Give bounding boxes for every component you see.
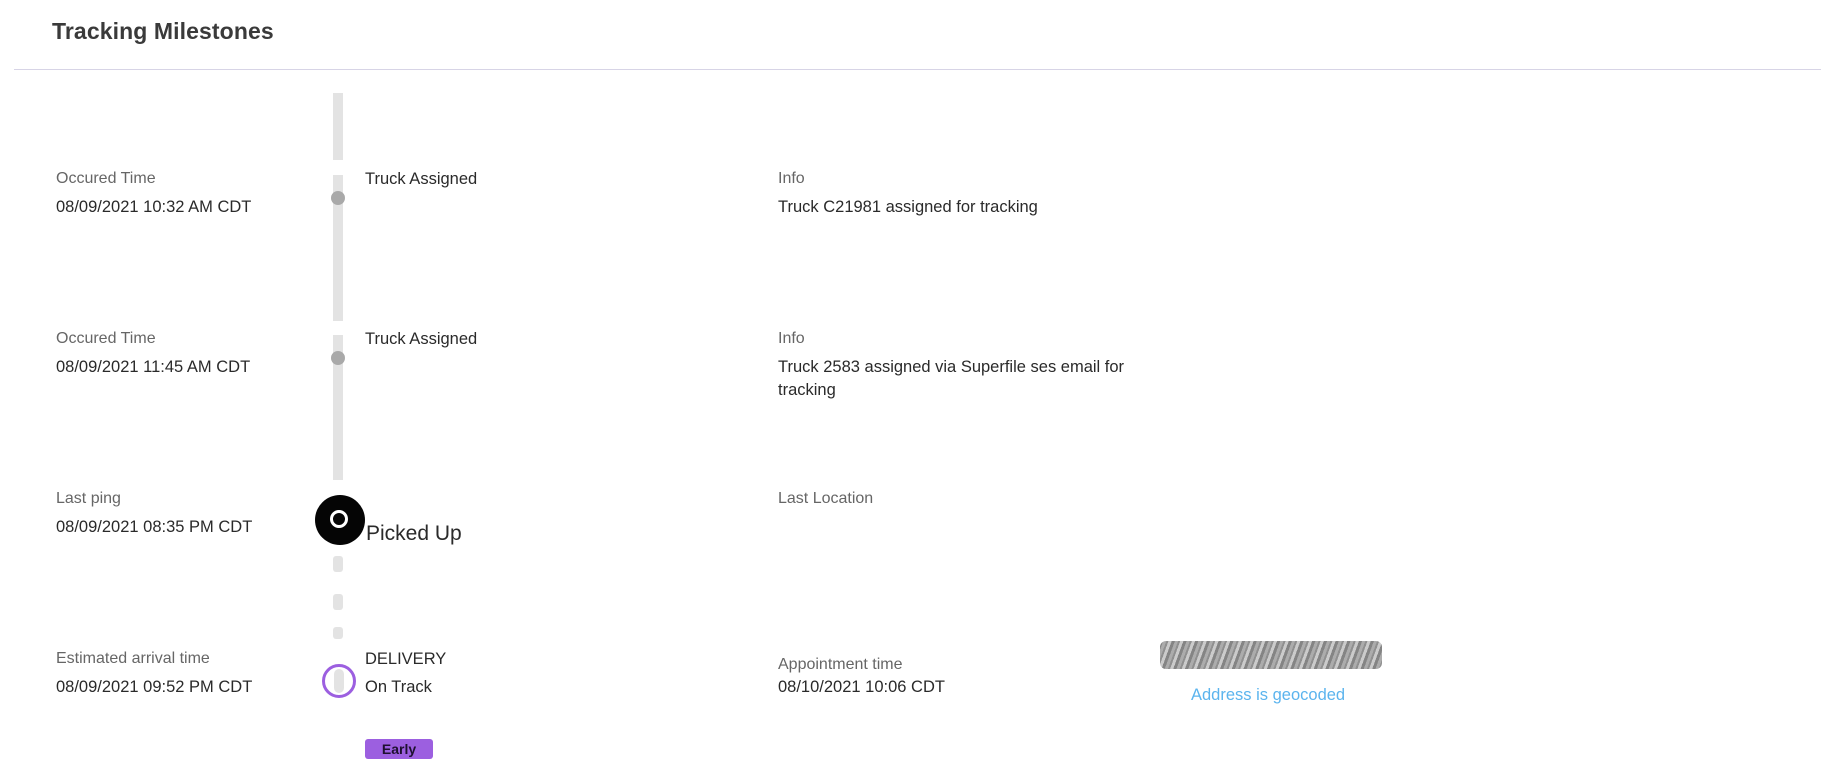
page-title: Tracking Milestones — [52, 18, 274, 44]
timeline-dash — [333, 556, 343, 572]
address-geocoded-link[interactable]: Address is geocoded — [1191, 686, 1345, 705]
milestone-info-label: Info — [778, 170, 805, 187]
timeline-dash — [333, 627, 343, 639]
milestone-status: Truck Assigned — [365, 170, 478, 188]
current-location-marker-icon — [315, 495, 365, 545]
eta-value: 08/09/2021 09:52 PM CDT — [56, 678, 253, 696]
tracking-milestones-panel: Tracking Milestones Occured Time 08/09/2… — [0, 0, 1821, 782]
milestone-time-label: Occured Time — [56, 170, 156, 187]
milestone-time-label: Occured Time — [56, 330, 156, 347]
milestone-time-value: 08/09/2021 10:32 AM CDT — [56, 198, 252, 216]
last-ping-label: Last ping — [56, 490, 121, 507]
delivery-marker-icon — [322, 664, 356, 698]
header-divider — [14, 69, 1821, 70]
milestone-time-value: 08/09/2021 11:45 AM CDT — [56, 358, 251, 376]
redacted-address — [1160, 641, 1382, 669]
milestone-info-value: Truck C21981 assigned for tracking — [778, 198, 1038, 216]
appointment-time-value: 08/10/2021 10:06 CDT — [778, 678, 945, 696]
delivery-status: DELIVERY — [365, 650, 447, 668]
delivery-substatus: On Track — [365, 678, 432, 696]
milestone-info-value: Truck 2583 assigned via Superfile ses em… — [778, 358, 1125, 399]
timeline-dash — [333, 594, 343, 610]
milestone-status: Truck Assigned — [365, 330, 478, 348]
milestone-status-picked-up: Picked Up — [366, 522, 462, 545]
milestone-info-label: Info — [778, 330, 805, 347]
milestone-dot-icon — [331, 191, 345, 205]
timeline-track-segment — [333, 93, 343, 160]
eta-label: Estimated arrival time — [56, 650, 210, 667]
early-badge: Early — [365, 739, 433, 759]
last-location-label: Last Location — [778, 490, 874, 507]
milestone-dot-icon — [331, 351, 345, 365]
appointment-time-label: Appointment time — [778, 656, 903, 673]
last-ping-value: 08/09/2021 08:35 PM CDT — [56, 518, 253, 536]
